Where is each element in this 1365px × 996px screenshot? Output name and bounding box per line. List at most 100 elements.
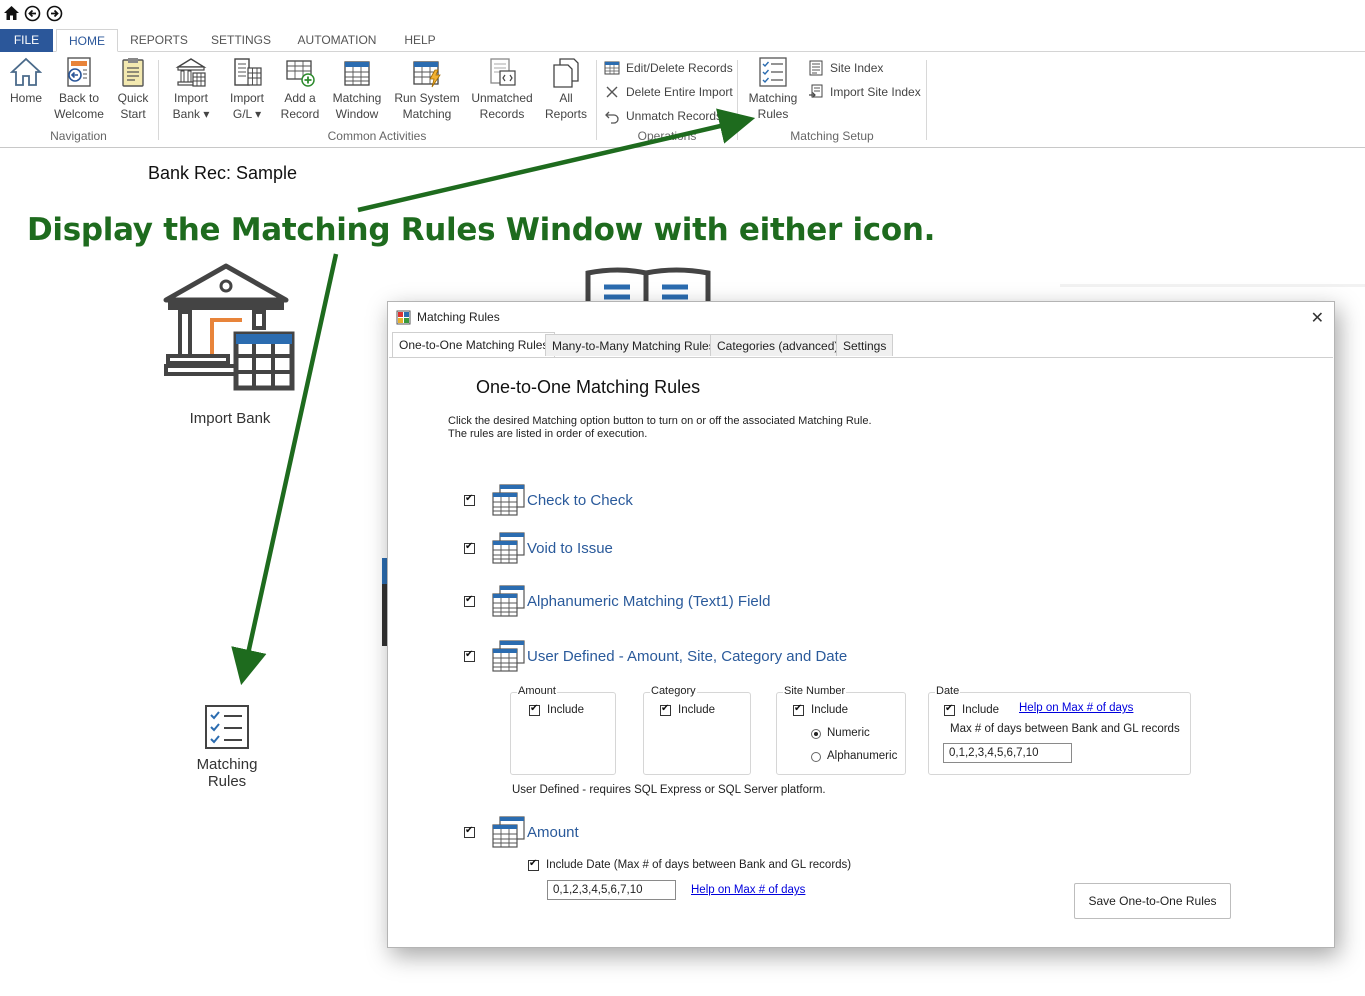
unmatched-records-button[interactable]: Unmatched Records — [466, 56, 538, 122]
home-button-label: Home — [9, 91, 42, 105]
home-icon[interactable] — [3, 5, 20, 22]
tab-help[interactable]: HELP — [400, 29, 440, 52]
all-reports-label-2: Reports — [544, 107, 588, 121]
date-max-days-input[interactable]: 0,1,2,3,4,5,6,7,10 — [943, 743, 1072, 763]
rule-amount: Amount — [464, 816, 864, 850]
quick-start-button[interactable]: Quick Start — [110, 56, 156, 122]
matching-window-label-2: Window — [335, 107, 379, 121]
rule-label[interactable]: User Defined - Amount, Site, Category an… — [527, 648, 847, 665]
ribbon-separator — [737, 60, 738, 140]
save-rules-button[interactable]: Save One-to-One Rules — [1074, 883, 1231, 919]
rule-void-to-issue: Void to Issue — [464, 532, 864, 566]
back-to-welcome-label-1: Back to — [58, 91, 100, 105]
all-reports-button[interactable]: All Reports — [542, 56, 590, 122]
rule-label[interactable]: Amount — [527, 824, 579, 841]
import-site-index-label: Import Site Index — [830, 85, 921, 99]
table-edit-icon — [604, 61, 620, 75]
import-bank-tile[interactable]: Import Bank — [150, 262, 310, 432]
tab-settings[interactable]: Settings — [836, 334, 894, 356]
matching-rules-ribbon-button[interactable]: Matching Rules — [744, 56, 802, 122]
checkbox[interactable] — [793, 703, 804, 716]
import-site-index-button[interactable]: Import Site Index — [808, 83, 922, 101]
group-label-matching-setup: Matching Setup — [790, 129, 874, 143]
checkbox[interactable] — [660, 703, 671, 716]
group-amount: Amount Include — [510, 685, 616, 775]
add-record-label-2: Record — [280, 107, 320, 121]
home-icon — [10, 57, 42, 86]
edit-delete-records-button[interactable]: Edit/Delete Records — [604, 59, 734, 77]
page-title: Bank Rec: Sample — [148, 163, 298, 183]
all-reports-label-1: All — [559, 91, 573, 105]
matching-rules-tile[interactable]: Matching Rules — [186, 702, 268, 794]
tab-file[interactable]: FILE — [0, 29, 53, 52]
undo-icon — [605, 111, 619, 124]
rule-checkbox[interactable] — [464, 594, 475, 607]
matching-rules-dialog: Matching Rules ✕ One-to-One Matching Rul… — [387, 301, 1335, 948]
home-button[interactable]: Home — [3, 56, 49, 106]
group-label-common-activities: Common Activities — [327, 129, 427, 143]
group-site-number: Site Number Include Numeric Alphanumeric — [776, 685, 906, 775]
radio-numeric[interactable] — [811, 729, 821, 739]
close-icon[interactable]: ✕ — [1311, 308, 1324, 328]
tab-settings[interactable]: SETTINGS — [208, 29, 274, 52]
matching-rules-tile-label-2: Rules — [207, 773, 247, 790]
rule-checkbox[interactable] — [464, 825, 475, 838]
edit-delete-records-label: Edit/Delete Records — [626, 61, 733, 75]
tab-home[interactable]: HOME — [56, 29, 118, 52]
checkbox[interactable] — [944, 703, 955, 716]
site-index-button[interactable]: Site Index — [808, 59, 922, 77]
rule-checkbox[interactable] — [464, 493, 475, 506]
rule-checkbox[interactable] — [464, 649, 475, 662]
import-gl-button[interactable]: Import G/L ▾ — [222, 56, 272, 122]
unmatch-records-button[interactable]: Unmatch Records — [604, 107, 734, 125]
instructions-line-2: The rules are listed in order of executi… — [448, 428, 648, 440]
rule-label[interactable]: Check to Check — [527, 492, 633, 509]
rule-checkbox[interactable] — [464, 541, 475, 554]
tab-one-to-one[interactable]: One-to-One Matching Rules — [392, 332, 556, 357]
amount-max-days-input[interactable]: 0,1,2,3,4,5,6,7,10 — [547, 880, 676, 900]
forward-icon[interactable] — [46, 5, 63, 22]
group-title: Site Number — [783, 685, 847, 697]
bank-icon — [163, 263, 295, 391]
ribbon-home: Home Back to Welcome Quick Start Navigat… — [0, 52, 1365, 148]
add-record-icon — [286, 60, 315, 87]
group-title: Date — [935, 685, 961, 697]
dialog-title: Matching Rules — [417, 310, 500, 324]
import-bank-tile-label: Import Bank — [189, 410, 271, 427]
import-bank-button[interactable]: Import Bank ▾ — [164, 56, 218, 122]
checklist-icon — [205, 705, 249, 749]
back-to-welcome-button[interactable]: Back to Welcome — [51, 56, 107, 122]
rule-label[interactable]: Alphanumeric Matching (Text1) Field — [527, 593, 770, 610]
tab-many-to-many[interactable]: Many-to-Many Matching Rules — [545, 334, 722, 356]
run-system-matching-button[interactable]: Run System Matching — [392, 56, 462, 122]
delete-entire-import-button[interactable]: Delete Entire Import — [604, 83, 734, 101]
user-defined-note: User Defined - requires SQL Express or S… — [512, 784, 826, 796]
reports-icon — [553, 58, 579, 88]
rule-label[interactable]: Void to Issue — [527, 540, 613, 557]
radio-alphanumeric[interactable] — [811, 752, 821, 762]
unmatch-records-label: Unmatch Records — [626, 109, 723, 123]
quick-start-label-1: Quick — [117, 91, 149, 105]
add-record-button[interactable]: Add a Record — [276, 56, 324, 122]
annotation-caption: Display the Matching Rules Window with e… — [27, 212, 936, 248]
tab-categories[interactable]: Categories (advanced) — [710, 334, 846, 356]
rule-user-defined: User Defined - Amount, Site, Category an… — [464, 640, 914, 674]
ledger-icon — [234, 58, 262, 86]
checkbox[interactable] — [529, 703, 540, 716]
ribbon-separator — [158, 60, 159, 140]
table-icon — [492, 585, 525, 617]
checkbox[interactable] — [528, 858, 539, 871]
tab-reports[interactable]: REPORTS — [128, 29, 190, 52]
matching-window-button[interactable]: Matching Window — [328, 56, 386, 122]
tab-automation[interactable]: AUTOMATION — [292, 29, 382, 52]
site-index-icon — [809, 60, 823, 76]
back-icon[interactable] — [24, 5, 41, 22]
checkbox-label: Include Date (Max # of days between Bank… — [546, 859, 852, 871]
clipboard-icon — [122, 58, 144, 87]
checkbox-label: Include — [678, 704, 716, 716]
amount-help-max-days-link[interactable]: Help on Max # of days — [691, 884, 805, 896]
matching-window-icon — [344, 61, 370, 86]
checkbox-label: Include — [962, 704, 1000, 716]
unmatched-records-label-2: Records — [479, 107, 525, 121]
help-max-days-link[interactable]: Help on Max # of days — [1019, 702, 1133, 714]
